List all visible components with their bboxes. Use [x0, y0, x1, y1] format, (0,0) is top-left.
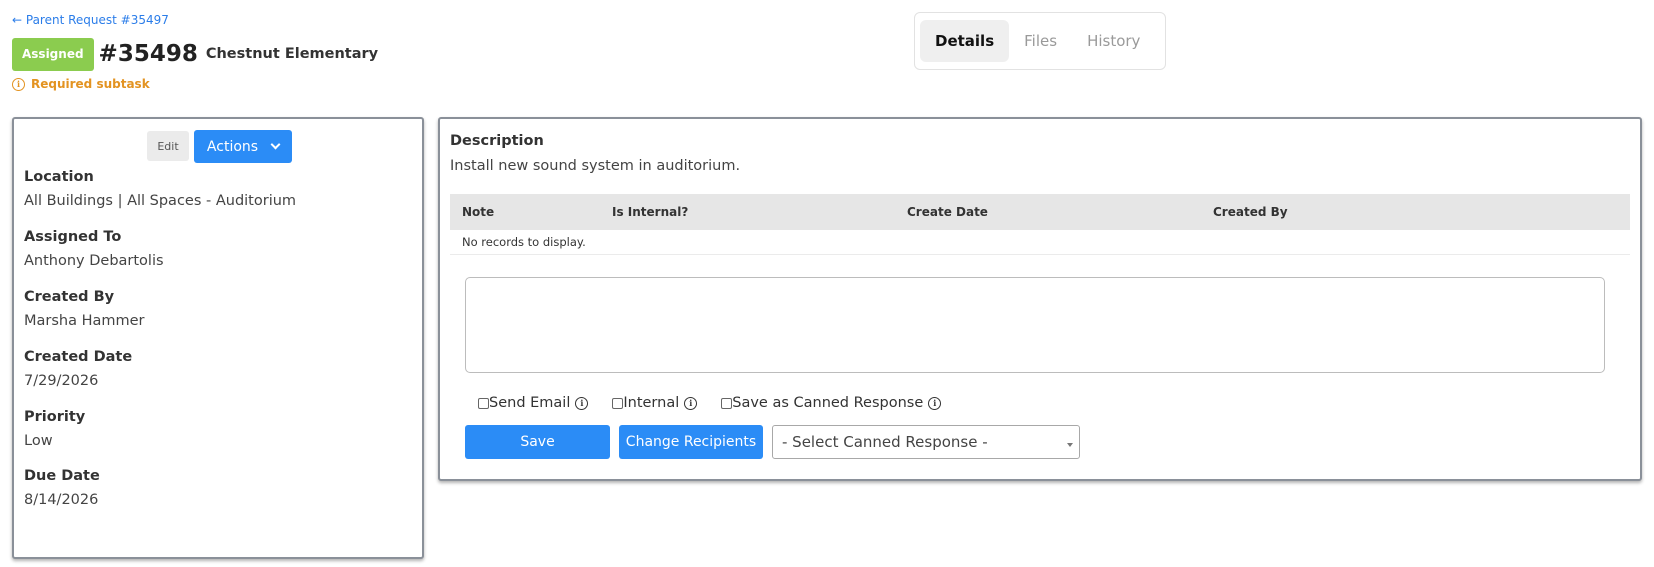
- tab-bar: Details Files History: [914, 12, 1166, 70]
- internal-checkbox[interactable]: [612, 397, 624, 409]
- field-value: 8/14/2026: [24, 492, 99, 508]
- description-value: Install new sound system in auditorium.: [450, 158, 741, 174]
- internal-option[interactable]: Internal i: [612, 395, 698, 411]
- edit-button[interactable]: Edit: [147, 131, 189, 161]
- column-header-note[interactable]: Note: [462, 205, 494, 219]
- actions-dropdown-button[interactable]: Actions: [194, 130, 292, 163]
- send-email-option[interactable]: Send Email i: [478, 395, 589, 411]
- field-value: All Buildings | All Spaces - Auditorium: [24, 193, 297, 209]
- notes-table-header: Note Is Internal? Create Date Created By: [450, 194, 1630, 230]
- info-icon[interactable]: i: [684, 396, 698, 410]
- change-recipients-button[interactable]: Change Recipients: [619, 425, 763, 459]
- column-header-created-by[interactable]: Created By: [1213, 205, 1288, 219]
- description-label: Description: [450, 133, 544, 149]
- field-label: Due Date: [24, 468, 100, 484]
- description-notes-panel: Description Install new sound system in …: [438, 117, 1642, 481]
- field-label: Location: [24, 169, 94, 185]
- field-label: Priority: [24, 409, 86, 425]
- field-priority: Priority Low: [24, 409, 85, 449]
- save-canned-label: Save as Canned Response: [732, 395, 924, 411]
- field-value: Marsha Hammer: [24, 313, 145, 329]
- column-header-create-date[interactable]: Create Date: [907, 205, 988, 219]
- save-canned-option[interactable]: Save as Canned Response i: [721, 395, 942, 411]
- caret-down-icon: [1067, 443, 1073, 447]
- note-options-row: Send Email i Internal i Save as Canned R…: [478, 395, 965, 411]
- tab-files[interactable]: Files: [1009, 20, 1072, 62]
- note-textarea[interactable]: [465, 277, 1605, 373]
- tab-history[interactable]: History: [1072, 20, 1155, 62]
- field-label: Assigned To: [24, 229, 122, 245]
- save-button[interactable]: Save: [465, 425, 610, 459]
- field-due-date: Due Date 8/14/2026: [24, 468, 100, 508]
- canned-response-select[interactable]: - Select Canned Response -: [772, 425, 1080, 459]
- tab-details[interactable]: Details: [920, 20, 1010, 62]
- field-assigned-to: Assigned To Anthony Debartolis: [24, 229, 164, 269]
- info-icon[interactable]: i: [575, 396, 589, 410]
- request-location-title: Chestnut Elementary: [205, 45, 379, 62]
- request-number: #35498: [98, 40, 198, 67]
- parent-request-link[interactable]: ← Parent Request #35497: [12, 13, 169, 27]
- info-icon: i: [12, 77, 25, 91]
- chevron-down-icon: [270, 139, 281, 150]
- actions-button-label: Actions: [206, 138, 259, 155]
- required-subtask-note: i Required subtask: [12, 77, 150, 91]
- status-badge: Assigned: [12, 37, 94, 71]
- send-email-checkbox[interactable]: [478, 397, 489, 409]
- field-value: Low: [24, 433, 53, 449]
- field-created-by: Created By Marsha Hammer: [24, 289, 145, 329]
- field-location: Location All Buildings | All Spaces - Au…: [24, 169, 296, 209]
- info-icon[interactable]: i: [928, 396, 942, 410]
- required-subtask-text: Required subtask: [31, 77, 150, 91]
- field-value: 7/29/2026: [24, 373, 99, 389]
- field-created-date: Created Date 7/29/2026: [24, 349, 132, 389]
- field-value: Anthony Debartolis: [24, 253, 164, 269]
- internal-label: Internal: [623, 395, 680, 411]
- field-label: Created Date: [24, 349, 133, 365]
- send-email-label: Send Email: [489, 395, 571, 411]
- request-info-panel: Edit Actions Location All Buildings | Al…: [12, 117, 424, 559]
- request-header: Assigned #35498 Chestnut Elementary: [12, 37, 378, 71]
- canned-response-selected-value: - Select Canned Response -: [782, 433, 988, 451]
- notes-empty-message: No records to display.: [450, 230, 1630, 255]
- column-header-is-internal[interactable]: Is Internal?: [612, 205, 688, 219]
- field-label: Created By: [24, 289, 115, 305]
- save-canned-checkbox[interactable]: [721, 397, 733, 409]
